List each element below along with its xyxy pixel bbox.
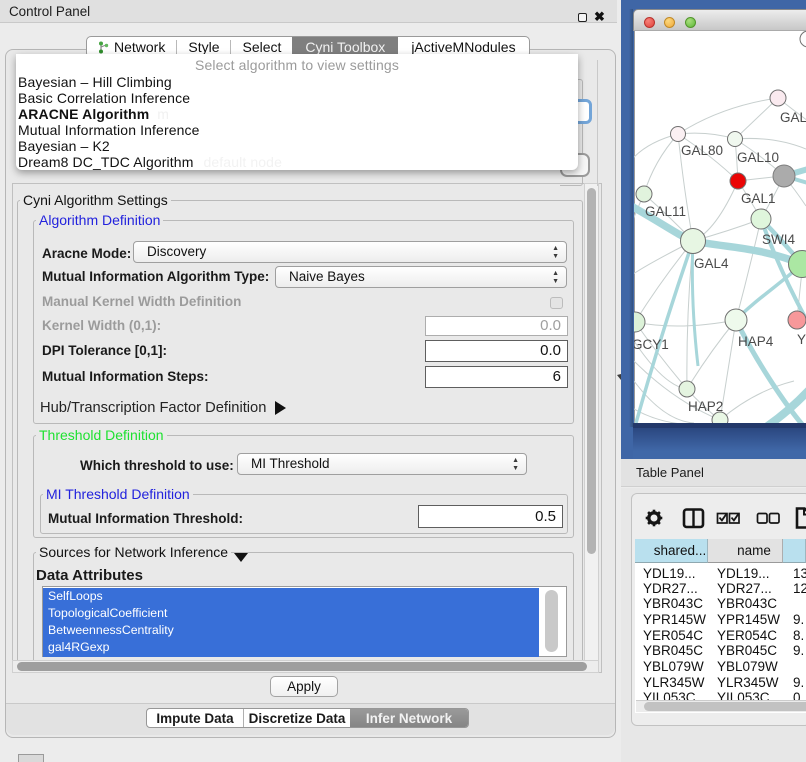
svg-text:GAL: GAL — [780, 110, 806, 125]
svg-text:HAP2: HAP2 — [688, 399, 723, 414]
svg-text:GCY1: GCY1 — [634, 337, 669, 352]
svg-text:GAL11: GAL11 — [645, 204, 686, 219]
svg-text:GAL80: GAL80 — [681, 143, 723, 158]
svg-text:SWI4: SWI4 — [762, 232, 795, 247]
svg-text:GAL10: GAL10 — [737, 150, 779, 165]
svg-text:GAL1: GAL1 — [741, 191, 776, 206]
svg-text:HAP4: HAP4 — [738, 334, 774, 349]
svg-text:GAL4: GAL4 — [694, 256, 729, 271]
svg-text:Y: Y — [797, 332, 806, 347]
